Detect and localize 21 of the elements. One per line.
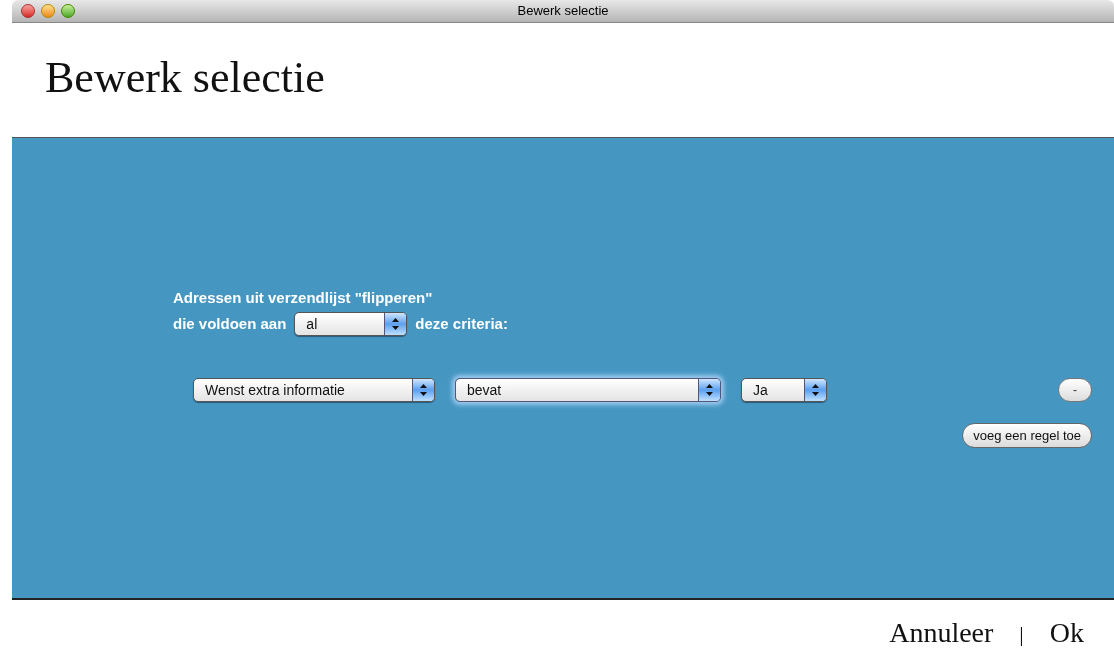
dropdown[interactable]: Wenst extra informatie xyxy=(193,378,435,402)
separator-text: | xyxy=(1019,619,1024,648)
intro-text: die voldoen aan xyxy=(173,313,287,334)
intro-text: deze criteria: xyxy=(415,313,508,334)
add-rule-button[interactable]: voeg een regel toe xyxy=(962,423,1092,448)
minimize-button[interactable] xyxy=(41,4,55,18)
updown-arrows-icon xyxy=(420,384,427,396)
intro-text: Adressen uit verzendlijst "flipperen" xyxy=(173,288,434,308)
dropdown[interactable]: Ja xyxy=(741,378,827,402)
ok-link[interactable]: Ok xyxy=(1049,612,1084,654)
close-button[interactable] xyxy=(21,4,35,18)
dropdown[interactable]: al xyxy=(294,312,408,336)
updown-arrows-icon xyxy=(392,318,400,330)
dropdown[interactable]: bevat xyxy=(455,378,721,402)
remove-rule-button[interactable]: - xyxy=(1058,378,1092,402)
cancel-link[interactable]: Annuleer xyxy=(889,612,994,654)
page-heading: Bewerk selectie xyxy=(45,52,325,104)
updown-arrows-icon xyxy=(706,384,713,396)
window-title: Bewerk selectie xyxy=(517,2,609,21)
updown-arrows-icon xyxy=(812,384,819,396)
zoom-button[interactable] xyxy=(61,4,75,18)
